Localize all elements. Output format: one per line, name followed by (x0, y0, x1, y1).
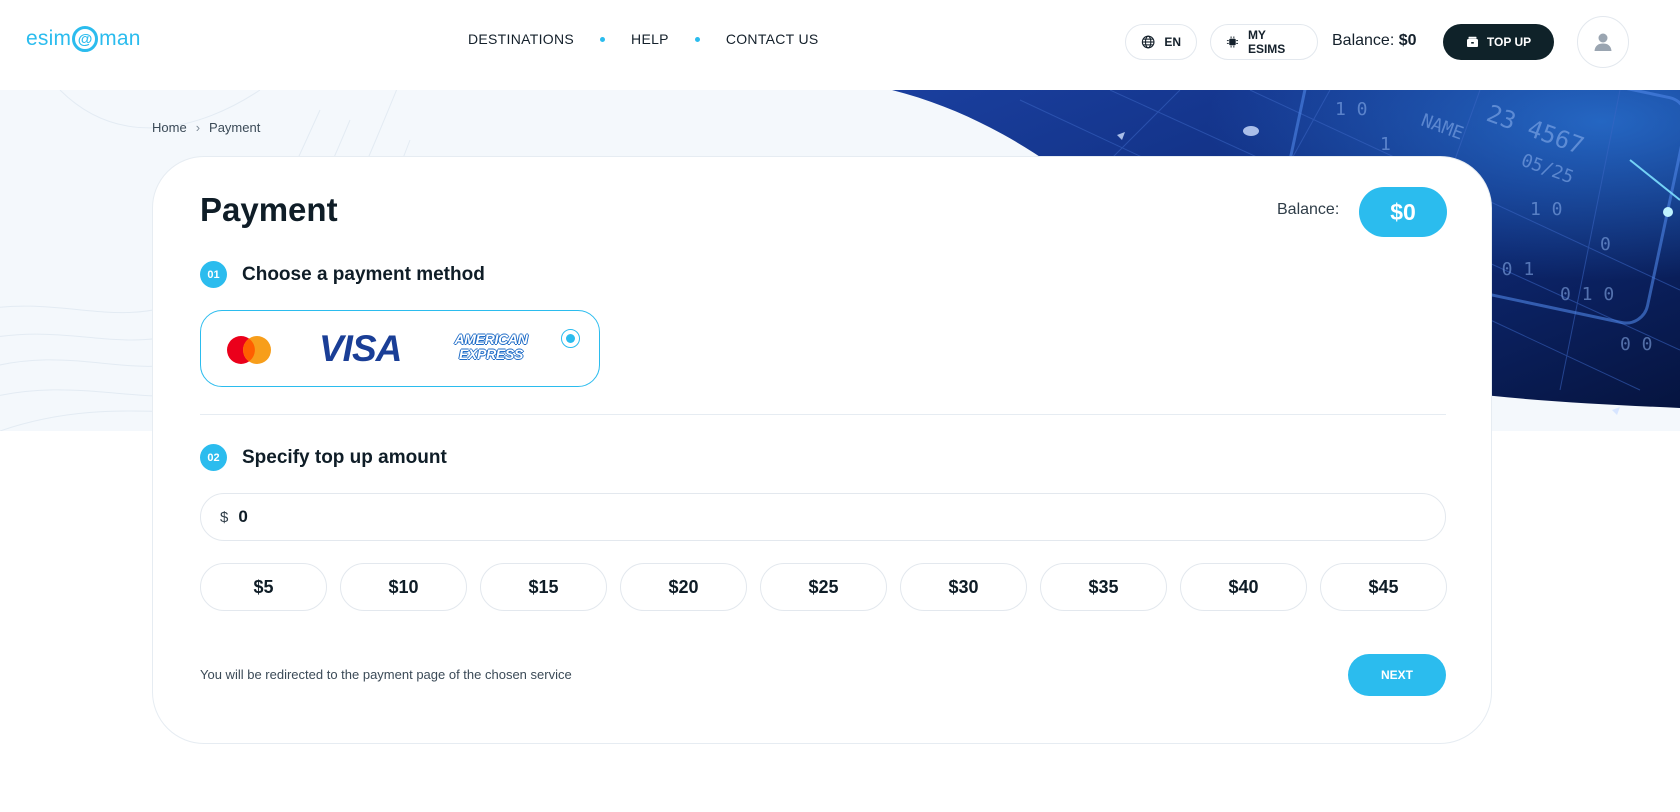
main-nav: DESTINATIONS HELP CONTACT US (468, 31, 819, 47)
redirect-note: You will be redirected to the payment pa… (200, 667, 572, 682)
nav-destinations[interactable]: DESTINATIONS (468, 31, 574, 47)
amount-input[interactable]: $ 0 (200, 493, 1446, 541)
visa-logo: VISA (319, 328, 402, 369)
preset-amount-button[interactable]: $40 (1180, 563, 1307, 611)
preset-amount-button[interactable]: $15 (480, 563, 607, 611)
breadcrumb-current: Payment (209, 120, 261, 135)
top-up-button[interactable]: TOP UP (1443, 24, 1554, 60)
logo-text-right: man (99, 27, 141, 50)
breadcrumb-home[interactable]: Home (152, 120, 187, 135)
globe-icon (1141, 35, 1155, 49)
currency-symbol: $ (220, 508, 229, 526)
wallet-icon (1466, 36, 1478, 47)
preset-amount-button[interactable]: $20 (620, 563, 747, 611)
my-esims-label: MY ESIMS (1247, 28, 1286, 56)
preset-amount-button[interactable]: $10 (340, 563, 467, 611)
chip-icon (1226, 36, 1239, 48)
page-title: Payment (200, 191, 338, 228)
top-up-label: TOP UP (1486, 35, 1532, 49)
chevron-right-icon: › (195, 120, 201, 135)
preset-amount-button[interactable]: $30 (900, 563, 1027, 611)
breadcrumb: Home › Payment (152, 120, 260, 135)
payment-method-card-option[interactable]: VISA AMERICAN EXPRESS (200, 310, 600, 387)
header-balance-label: Balance: (1332, 32, 1395, 49)
step-number: 02 (200, 444, 227, 471)
svg-text:1: 1 (1380, 134, 1391, 155)
svg-text:1 0: 1 0 (1335, 99, 1368, 120)
amex-line2: EXPRESS (448, 347, 534, 362)
balance-badge: $0 (1359, 187, 1447, 237)
preset-amount-button[interactable]: $45 (1320, 563, 1447, 611)
american-express-logo: AMERICAN EXPRESS (448, 332, 534, 362)
svg-text:0 1 0: 0 1 0 (1560, 284, 1614, 305)
step-number: 01 (200, 261, 227, 288)
section-divider (200, 414, 1446, 415)
header-balance: Balance: $0 (1332, 32, 1417, 50)
logo-text-left: esim (26, 27, 72, 50)
user-avatar-button[interactable] (1577, 16, 1629, 68)
balance-label: Balance: (1277, 201, 1340, 218)
amex-line1: AMERICAN (448, 332, 534, 347)
mastercard-icon (227, 336, 271, 364)
preset-amount-button[interactable]: $5 (200, 563, 327, 611)
preset-amount-button[interactable]: $35 (1040, 563, 1167, 611)
nav-help[interactable]: HELP (631, 31, 669, 47)
logo-at-icon: @ (72, 26, 99, 52)
language-label: EN (1164, 35, 1181, 49)
nav-separator-dot (600, 36, 606, 42)
user-icon (1594, 33, 1612, 51)
nav-contact-us[interactable]: CONTACT US (726, 31, 819, 47)
step-topup-amount: 02 Specify top up amount (200, 444, 447, 471)
header-balance-value: $0 (1398, 32, 1417, 49)
preset-amounts: $5 $10 $15 $20 $25 $30 $35 $40 $45 (200, 563, 1447, 611)
step-label: Choose a payment method (242, 263, 485, 285)
step-label: Specify top up amount (242, 446, 447, 468)
site-header: esim @ man DESTINATIONS HELP CONTACT US … (0, 0, 1680, 90)
nav-separator-dot (694, 36, 700, 42)
my-esims-button[interactable]: MY ESIMS (1210, 24, 1318, 60)
svg-text:1 0: 1 0 (1530, 199, 1563, 220)
method-radio-selected[interactable] (561, 329, 580, 348)
step-choose-method: 01 Choose a payment method (200, 261, 485, 288)
esimman-logo[interactable]: esim @ man (26, 26, 141, 52)
amount-value[interactable]: 0 (238, 507, 247, 527)
svg-text:0: 0 (1600, 234, 1611, 255)
preset-amount-button[interactable]: $25 (760, 563, 887, 611)
svg-text:0 0: 0 0 (1620, 334, 1653, 355)
next-button[interactable]: NEXT (1348, 654, 1446, 696)
payment-card: Payment Balance: $0 01 Choose a payment … (152, 156, 1492, 744)
language-selector[interactable]: EN (1125, 24, 1197, 60)
